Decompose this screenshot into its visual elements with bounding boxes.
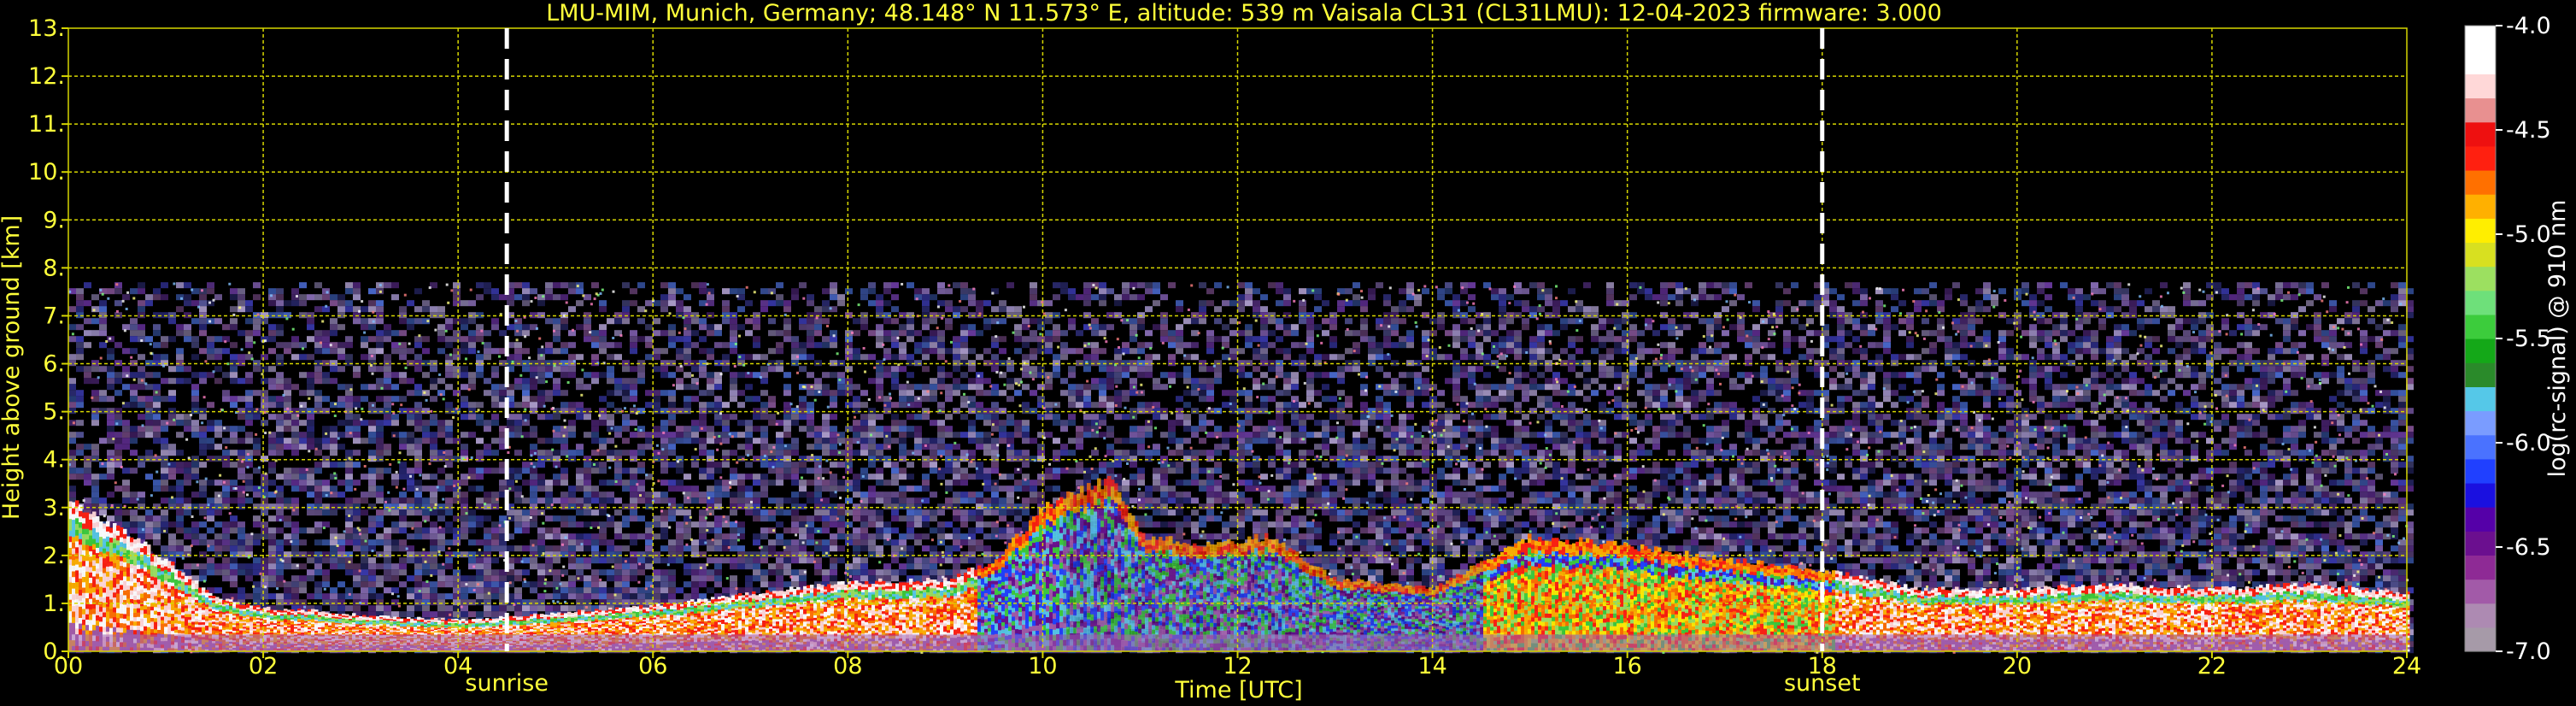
y-tick-label: 8. [43, 255, 65, 281]
x-tick-label: 02 [249, 653, 278, 680]
y-tick-label: 12. [28, 63, 65, 90]
x-tick-label: 10 [1028, 653, 1057, 680]
y-axis-label: Height above ground [km] [0, 215, 25, 520]
y-tick-label: 4. [43, 447, 65, 474]
x-tick-label: 24 [2392, 653, 2421, 680]
colorbar-segment [2465, 290, 2496, 315]
colorbar-segment [2465, 121, 2496, 147]
colorbar-segment [2465, 555, 2496, 580]
colorbar-segment [2465, 531, 2496, 556]
x-tick-label: 20 [2003, 653, 2032, 680]
ceilometer-chart: LMU-MIM, Munich, Germany; 48.148° N 11.5… [0, 0, 2576, 706]
chart-title: LMU-MIM, Munich, Germany; 48.148° N 11.5… [546, 0, 1942, 26]
y-tick-label: 10. [28, 159, 65, 185]
x-tick-label: 06 [638, 653, 667, 680]
y-tick-label: 13. [28, 15, 65, 42]
colorbar-segment [2465, 97, 2496, 123]
y-tick-label: 6. [43, 351, 65, 378]
colorbar-segment [2465, 194, 2496, 219]
colorbar-segment [2465, 74, 2496, 99]
x-tick-label: 14 [1417, 653, 1446, 680]
y-tick-label: 9. [43, 207, 65, 233]
y-tick-label: 0. [43, 638, 65, 665]
x-tick-label: 22 [2198, 653, 2227, 680]
colorbar-segment [2465, 50, 2496, 74]
colorbar-label: log(rc-signal) @ 910 nm [2544, 200, 2571, 478]
colorbar-segment [2465, 26, 2496, 50]
colorbar-segment [2465, 218, 2496, 243]
colorbar-segment [2465, 458, 2496, 484]
colorbar-tick-label: -4.5 [2506, 117, 2551, 144]
colorbar-segment [2465, 145, 2496, 171]
x-tick-label: 08 [833, 653, 862, 680]
y-tick-label: 5. [43, 399, 65, 426]
colorbar-segment [2465, 242, 2496, 268]
event-label-sunrise: sunrise [465, 670, 549, 697]
colorbar-segment [2465, 266, 2496, 291]
colorbar-segment [2465, 482, 2496, 508]
x-axis-label: Time [UTC] [1174, 677, 1302, 703]
colorbar-segment [2465, 603, 2496, 628]
colorbar-segment [2465, 410, 2496, 436]
y-tick-label: 11. [28, 111, 65, 138]
near-ground-band [68, 634, 2407, 651]
x-tick-label: 12 [1223, 653, 1252, 680]
colorbar-segment [2465, 362, 2496, 387]
colorbar-segment [2465, 434, 2496, 460]
plot-area [68, 28, 2414, 654]
y-tick-label: 3. [43, 495, 65, 521]
colorbar-tick-label: -4.0 [2506, 13, 2551, 39]
y-tick-label: 2. [43, 543, 65, 569]
y-tick-label: 1. [43, 591, 65, 617]
colorbar-segment [2465, 507, 2496, 532]
colorbar-segment [2465, 169, 2496, 195]
colorbar-segment [2465, 338, 2496, 363]
x-tick-label: 16 [1612, 653, 1641, 680]
x-tick-label: 04 [443, 653, 472, 680]
colorbar-segment [2465, 579, 2496, 604]
colorbar-segment [2465, 627, 2496, 652]
colorbar-tick-label: -6.5 [2506, 534, 2551, 561]
colorbar-segment [2465, 314, 2496, 339]
colorbar-tick-label: -7.0 [2506, 638, 2551, 665]
y-tick-label: 7. [43, 303, 65, 329]
x-tick-label: 18 [1808, 653, 1837, 680]
colorbar-segment [2465, 386, 2496, 412]
